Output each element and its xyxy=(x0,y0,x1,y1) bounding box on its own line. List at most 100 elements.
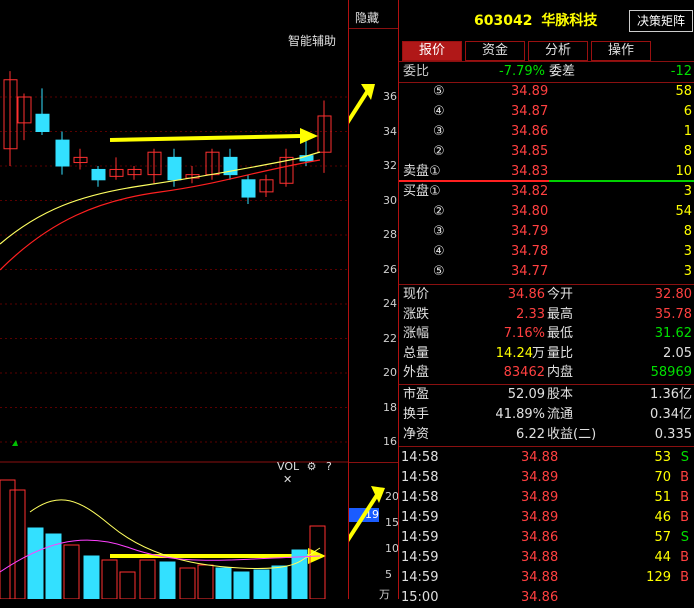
tick-row: 14:58 34.89 51 B xyxy=(399,488,694,508)
quote-label: 最高 xyxy=(547,306,574,322)
volume-bar xyxy=(197,564,214,599)
tick-row: 14:59 34.88 44 B xyxy=(399,548,694,568)
kline-chart-area[interactable]: 智能辅助 VOL ⚙ ? ✕ xyxy=(0,0,348,599)
price-axis-panel: 隐藏 36 34 32 30 28 26 24 22 20 18 16 19 20 15 10 5 万 xyxy=(348,0,399,601)
ask-level: ③ xyxy=(433,124,445,139)
bid-volume: 3 xyxy=(683,244,692,259)
tick-time: 14:59 xyxy=(401,510,439,525)
tab-operate[interactable]: 操作 xyxy=(591,41,651,61)
tick-side: B xyxy=(680,470,689,485)
fund-value: 0.335 xyxy=(654,427,692,442)
quote-label: 内盘 xyxy=(547,365,574,380)
tab-analysis[interactable]: 分析 xyxy=(528,41,588,61)
stock-name: 华脉科技 xyxy=(541,13,598,29)
ask-row: 卖盘① 34.83 10 xyxy=(399,162,694,182)
volume-bar xyxy=(309,525,326,599)
tick-price: 34.89 xyxy=(521,510,559,525)
quote-unit: 万 xyxy=(531,345,545,361)
tick-time: 14:59 xyxy=(401,570,439,585)
tick-time: 14:59 xyxy=(401,530,439,545)
volume-bar xyxy=(101,559,118,599)
tick-price: 34.89 xyxy=(521,490,559,505)
ask-volume: 6 xyxy=(683,104,692,119)
quote-label: 量比 xyxy=(547,345,574,361)
tick-row: 14:58 34.88 53 S xyxy=(399,448,694,468)
smart-assist-label[interactable]: 智能辅助 xyxy=(288,32,336,49)
tick-side: B xyxy=(680,490,689,505)
tick-price: 34.88 xyxy=(521,450,559,465)
ask-row: ② 34.85 8 xyxy=(399,142,694,162)
ask-price: 34.85 xyxy=(511,144,549,159)
annotation-arrows xyxy=(349,84,385,543)
stock-header: 603042 华脉科技 xyxy=(474,10,597,30)
stock-code: 603042 xyxy=(474,13,533,29)
ask-row: ④ 34.87 6 xyxy=(399,102,694,122)
tick-time: 15:00 xyxy=(401,590,439,605)
bid-row: ④ 34.78 3 xyxy=(399,242,694,262)
quote-value: 58969 xyxy=(650,365,692,380)
bid-level: ③ xyxy=(433,224,445,239)
ask-level: ⑤ xyxy=(433,84,445,99)
ask-volume: 1 xyxy=(683,124,692,139)
fund-value: 6.22 xyxy=(516,427,545,442)
tick-volume: 44 xyxy=(654,550,671,565)
tick-row: 14:59 34.86 57 S xyxy=(399,528,694,548)
volume-bar xyxy=(179,567,196,599)
quote-label: 涨跌 xyxy=(403,306,430,322)
bid-price: 34.78 xyxy=(511,244,549,259)
tick-volume: 51 xyxy=(654,490,671,505)
volume-bar xyxy=(63,544,80,599)
weibi-row: 委比 -7.79% 委差 -12 xyxy=(399,62,694,82)
bid-row: ⑤ 34.77 3 xyxy=(399,262,694,282)
bid-row: 买盘① 34.82 3 xyxy=(399,182,694,202)
bid-level: 买盘① xyxy=(403,184,441,199)
ask-price: 34.87 xyxy=(511,104,549,119)
tick-row: 14:58 34.89 70 B xyxy=(399,468,694,488)
ask-price: 34.83 xyxy=(511,164,549,179)
quote-row: 涨跌 2.33 最高 35.78 xyxy=(399,305,694,325)
fund-label: 流通 xyxy=(547,407,574,422)
tab-quote[interactable]: 报价 xyxy=(402,41,462,61)
help-icon[interactable]: ? xyxy=(326,460,332,473)
ask-level: ④ xyxy=(433,104,445,119)
tick-time: 14:58 xyxy=(401,490,439,505)
bid-volume: 3 xyxy=(683,184,692,199)
tick-side: S xyxy=(680,450,689,465)
tick-side: B xyxy=(680,510,689,525)
ma10-line xyxy=(0,159,321,271)
tick-volume: 46 xyxy=(654,510,671,525)
candle-body xyxy=(241,179,256,198)
quote-label: 总量 xyxy=(403,345,430,361)
close-icon[interactable]: ✕ xyxy=(283,473,292,486)
quote-row: 外盘 83462 内盘 58969 xyxy=(399,363,694,383)
tick-price: 34.88 xyxy=(521,570,559,585)
quote-row: 总量 14.24 万量比 2.05 xyxy=(399,344,694,364)
ask-volume: 8 xyxy=(683,144,692,159)
tick-time: 14:58 xyxy=(401,450,439,465)
quote-value: 7.16% xyxy=(503,326,545,341)
tick-side: B xyxy=(680,550,689,565)
fund-label: 股本 xyxy=(547,387,574,402)
arrow-line xyxy=(109,134,301,142)
fund-label: 市盈 xyxy=(403,387,430,402)
bid-price: 34.79 xyxy=(511,224,549,239)
bid-volume: 8 xyxy=(683,224,692,239)
candle-body xyxy=(55,139,70,167)
ask-volume: 58 xyxy=(675,84,692,99)
quote-label: 最低 xyxy=(547,326,574,341)
volume-bar xyxy=(215,567,232,599)
fund-row: 换手 41.89% 流通 0.34亿 xyxy=(399,405,694,425)
volume-bar xyxy=(233,571,250,599)
volume-bar xyxy=(119,571,136,599)
volume-bar xyxy=(9,489,26,599)
decision-matrix-button[interactable]: 决策矩阵 xyxy=(629,10,693,32)
weidiff-value: -12 xyxy=(670,64,692,79)
quote-value: 32.80 xyxy=(654,287,692,302)
quote-label: 涨幅 xyxy=(403,326,430,341)
weidiff-label: 委差 xyxy=(549,64,576,79)
kline-chart xyxy=(0,71,348,599)
fund-value: 41.89% xyxy=(495,407,545,422)
tab-funds[interactable]: 资金 xyxy=(465,41,525,61)
gear-icon[interactable]: ⚙ xyxy=(307,460,317,473)
volume-bar xyxy=(0,479,16,599)
